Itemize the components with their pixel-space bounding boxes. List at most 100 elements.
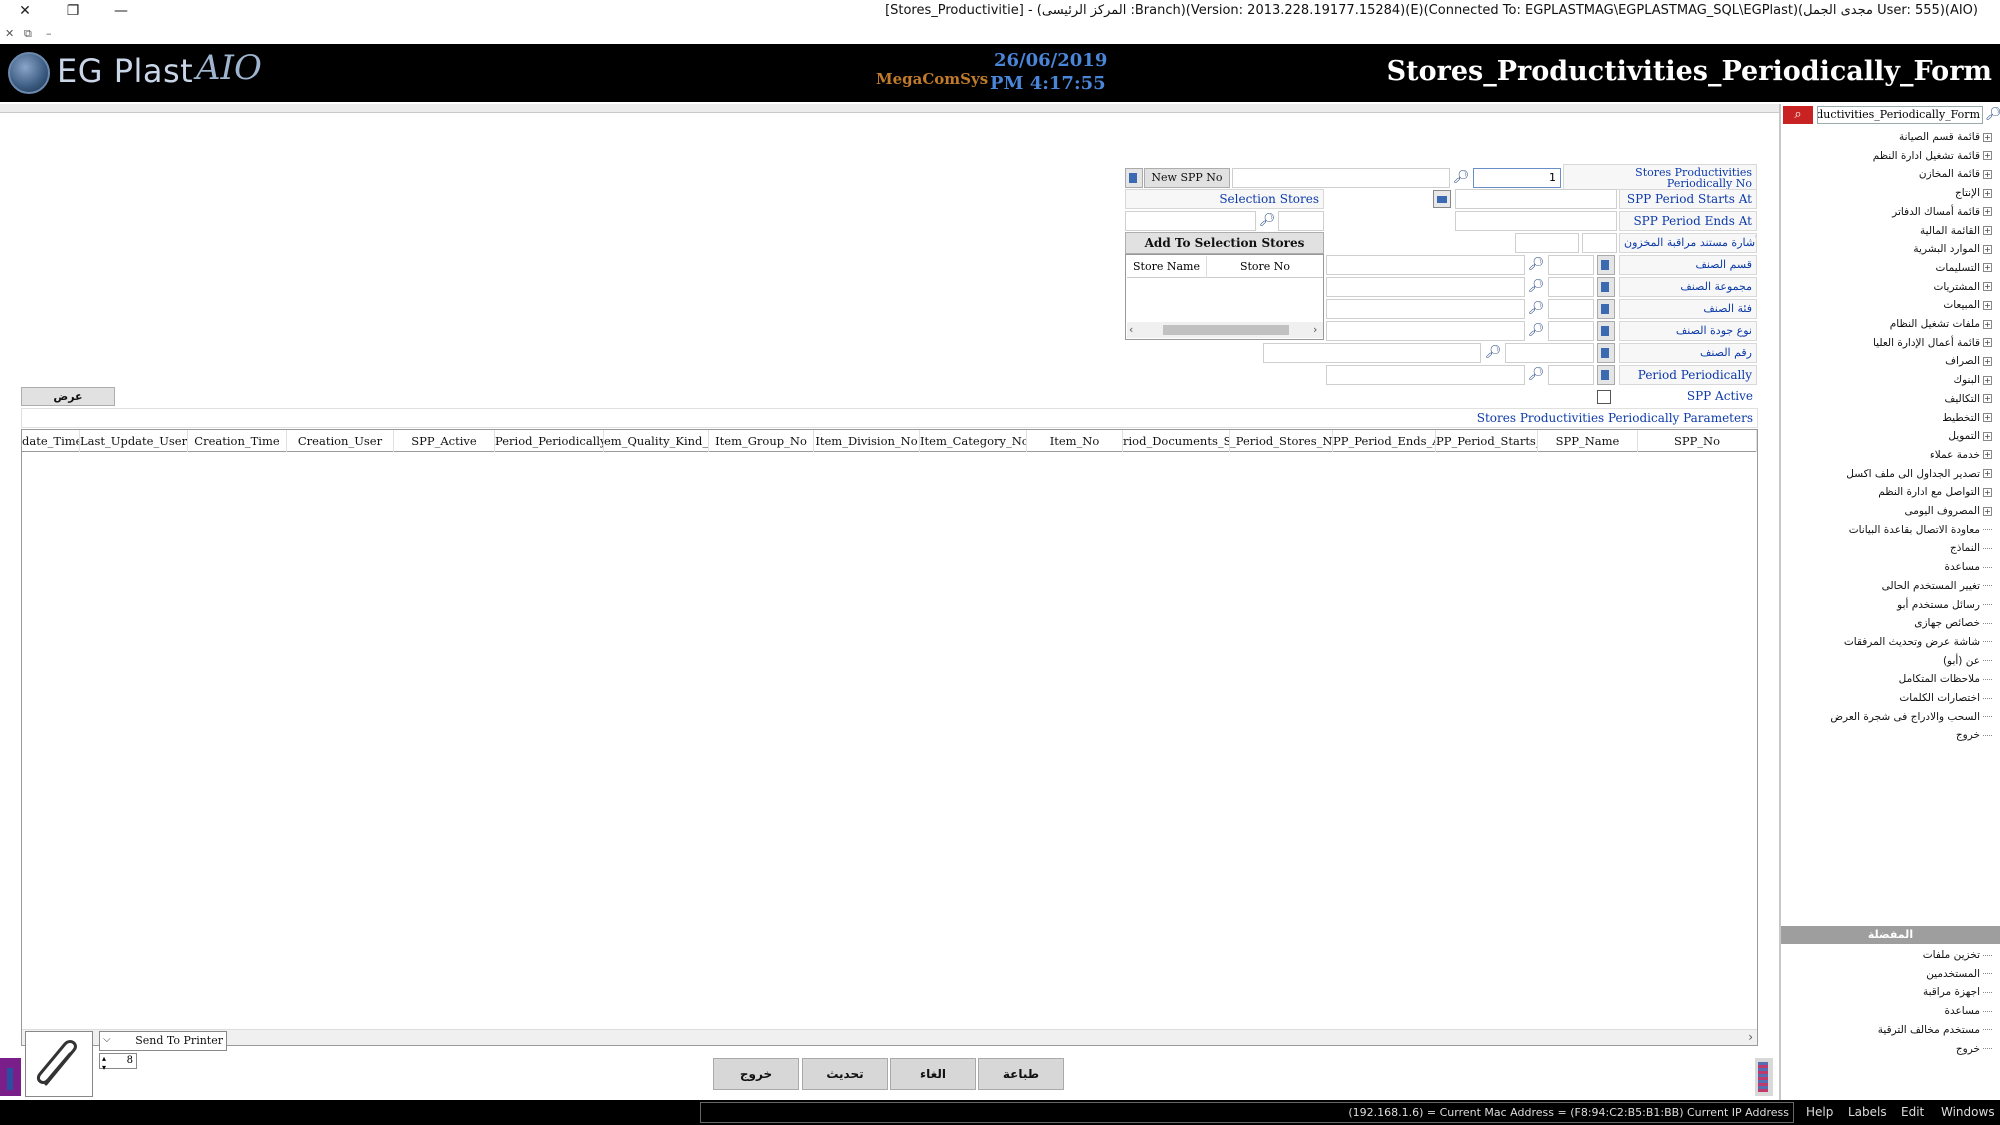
tree-item[interactable]: المشتريات + — [1933, 278, 1992, 296]
tree-item[interactable]: رسائل مستخدم أبو — [1897, 596, 1992, 614]
col-spp-no[interactable]: SPP_No — [1638, 430, 1757, 452]
expand-icon[interactable]: + — [1983, 431, 1992, 441]
tree-item[interactable]: البنوك + — [1953, 371, 1992, 389]
tree-item[interactable]: المصروف اليومى + — [1905, 502, 1992, 520]
send-to-printer-dropdown[interactable]: ⌵ Send To Printer — [99, 1031, 227, 1051]
item-category-nav-button[interactable] — [1597, 299, 1615, 319]
spp-name-field[interactable] — [1232, 168, 1450, 188]
cancel-button[interactable]: الغاء — [890, 1058, 976, 1090]
close-window-button[interactable]: ✕ — [2, 0, 48, 24]
print-button[interactable]: طباعة — [978, 1058, 1064, 1090]
new-spp-no-button[interactable]: New SPP No — [1144, 168, 1230, 188]
spp-no-input[interactable]: 1 — [1473, 168, 1561, 188]
menu-edit[interactable]: Edit — [1901, 1105, 1924, 1119]
col-period-stores-numbers[interactable]: _Period_Stores_Num — [1230, 430, 1333, 452]
col-item-category-no[interactable]: Item_Category_No — [920, 430, 1027, 452]
tree-item[interactable]: خروج — [1956, 726, 1992, 744]
search-button[interactable]: ⌕ — [1783, 106, 1813, 124]
mdi-minimize-icon[interactable]: – — [46, 27, 52, 40]
scroll-right-icon[interactable]: › — [1313, 323, 1317, 336]
tree-item[interactable]: قائمة المخازن + — [1919, 165, 1992, 183]
store-name-column-header[interactable]: Store Name — [1127, 256, 1207, 278]
tree-item[interactable]: التسليمات + — [1936, 259, 1992, 277]
restore-window-button[interactable]: ❐ — [50, 0, 96, 24]
expand-icon[interactable]: + — [1983, 151, 1992, 161]
col-period-documents-signal[interactable]: riod_Documents_Sig — [1123, 430, 1230, 452]
tree-item[interactable]: ملفات تشغيل النظام + — [1890, 315, 1992, 333]
item-no-nav-button[interactable] — [1597, 343, 1615, 363]
item-quality-no-field[interactable] — [1548, 321, 1594, 341]
col-spp-name[interactable]: SPP_Name — [1538, 430, 1638, 452]
expand-icon[interactable]: + — [1983, 169, 1992, 179]
tree-item[interactable]: اختصارات الكلمات — [1899, 689, 1992, 707]
col-spp-active[interactable]: SPP_Active — [394, 430, 495, 452]
item-quality-nav-button[interactable] — [1597, 321, 1615, 341]
tree-item[interactable]: تصدير الجداول الى ملف اكسل + — [1846, 465, 1992, 483]
tree-item[interactable]: التواصل مع ادارة النظم + — [1878, 483, 1992, 501]
expand-icon[interactable]: + — [1983, 226, 1992, 235]
show-button[interactable]: عرض — [21, 387, 115, 406]
tree-item[interactable]: الصراف + — [1945, 352, 1992, 370]
minimize-window-button[interactable]: — — [98, 0, 144, 24]
expand-icon[interactable]: + — [1983, 300, 1992, 310]
col-item-division-no[interactable]: Item_Division_No — [814, 430, 920, 452]
tree-item[interactable]: مساعدة — [1945, 558, 1992, 576]
tree-item[interactable]: معاودة الاتصال بقاعدة البيانات — [1849, 521, 1992, 539]
favorite-item[interactable]: مستخدم مخالف الترقية — [1878, 1021, 1992, 1039]
selection-store-no-field[interactable] — [1278, 211, 1324, 231]
tree-item[interactable]: قائمة قسم الصيانة + — [1899, 128, 1992, 146]
tree-item[interactable]: التمويل + — [1948, 427, 1992, 445]
expand-icon[interactable]: + — [1983, 188, 1992, 198]
item-category-name-field[interactable] — [1326, 299, 1525, 319]
grid-hscrollbar[interactable]: › — [22, 1029, 1757, 1045]
item-division-nav-button[interactable] — [1597, 255, 1615, 275]
expand-icon[interactable]: + — [1983, 282, 1992, 292]
tree-item[interactable]: الإنتاج + — [1955, 184, 1992, 202]
item-division-name-field[interactable] — [1326, 255, 1525, 275]
stepper-arrows-icon[interactable]: ▴ ▾ — [102, 1054, 106, 1072]
item-quality-name-field[interactable] — [1326, 321, 1525, 341]
col-last-update-user[interactable]: Last_Update_User — [80, 430, 188, 452]
scroll-left-icon[interactable]: ‹ — [1129, 323, 1133, 336]
item-category-no-field[interactable] — [1548, 299, 1594, 319]
expand-icon[interactable]: + — [1983, 450, 1992, 460]
expand-icon[interactable]: + — [1983, 469, 1992, 479]
period-periodically-no-field[interactable] — [1548, 365, 1594, 385]
menu-windows[interactable]: Windows — [1941, 1105, 1995, 1119]
expand-icon[interactable]: + — [1983, 506, 1992, 516]
col-creation-user[interactable]: Creation_User — [287, 430, 394, 452]
col-item-quality-kind-no[interactable]: em_Quality_Kind_N — [604, 430, 709, 452]
period-lookup-icon[interactable]: 🔎︎ — [1527, 365, 1545, 385]
grid-scroll-right-icon[interactable]: › — [1748, 1030, 1753, 1044]
expand-icon[interactable]: + — [1983, 207, 1992, 217]
tree-item[interactable]: المبيعات + — [1943, 296, 1992, 314]
tree-item[interactable]: خصائص جهازى — [1914, 614, 1992, 632]
favorite-item[interactable]: مساعدة — [1945, 1002, 1992, 1020]
col-period-ends[interactable]: PP_Period_Ends_A — [1333, 430, 1436, 452]
item-no-field[interactable] — [1505, 343, 1594, 363]
item-group-no-field[interactable] — [1548, 277, 1594, 297]
menu-search-input[interactable]: Stores_Productivities_Periodically_Form — [1817, 106, 1983, 124]
col-last-update-time[interactable]: date_Time — [22, 430, 80, 452]
inventory-doc-field-b[interactable] — [1582, 233, 1617, 253]
item-group-lookup-icon[interactable]: 🔎︎ — [1527, 277, 1545, 297]
col-item-no[interactable]: Item_No — [1027, 430, 1123, 452]
expand-icon[interactable]: + — [1983, 263, 1992, 273]
col-period-periodically[interactable]: Period_Periodically — [495, 430, 604, 452]
expand-icon[interactable]: + — [1983, 413, 1992, 422]
refresh-button[interactable]: تحديث — [802, 1058, 888, 1090]
tree-item[interactable]: خدمة عملاء + — [1930, 446, 1992, 464]
expand-icon[interactable]: + — [1983, 394, 1992, 404]
store-no-column-header[interactable]: Store No — [1207, 256, 1323, 278]
tree-item[interactable]: القائمة المالية + — [1920, 222, 1992, 240]
calendar-icon[interactable] — [1433, 190, 1451, 208]
attachment-button[interactable] — [25, 1031, 93, 1097]
period-nav-button[interactable] — [1597, 365, 1615, 385]
favorite-item[interactable]: خروج — [1956, 1040, 1992, 1058]
side-tab-marker[interactable] — [0, 1058, 21, 1096]
col-period-starts[interactable]: PP_Period_Starts_A — [1436, 430, 1538, 452]
expand-icon[interactable]: + — [1983, 132, 1992, 142]
store-lookup-icon[interactable]: 🔎︎ — [1258, 211, 1276, 231]
tree-item[interactable]: التخطيط + — [1942, 409, 1992, 427]
inventory-doc-field-a[interactable] — [1515, 233, 1579, 253]
